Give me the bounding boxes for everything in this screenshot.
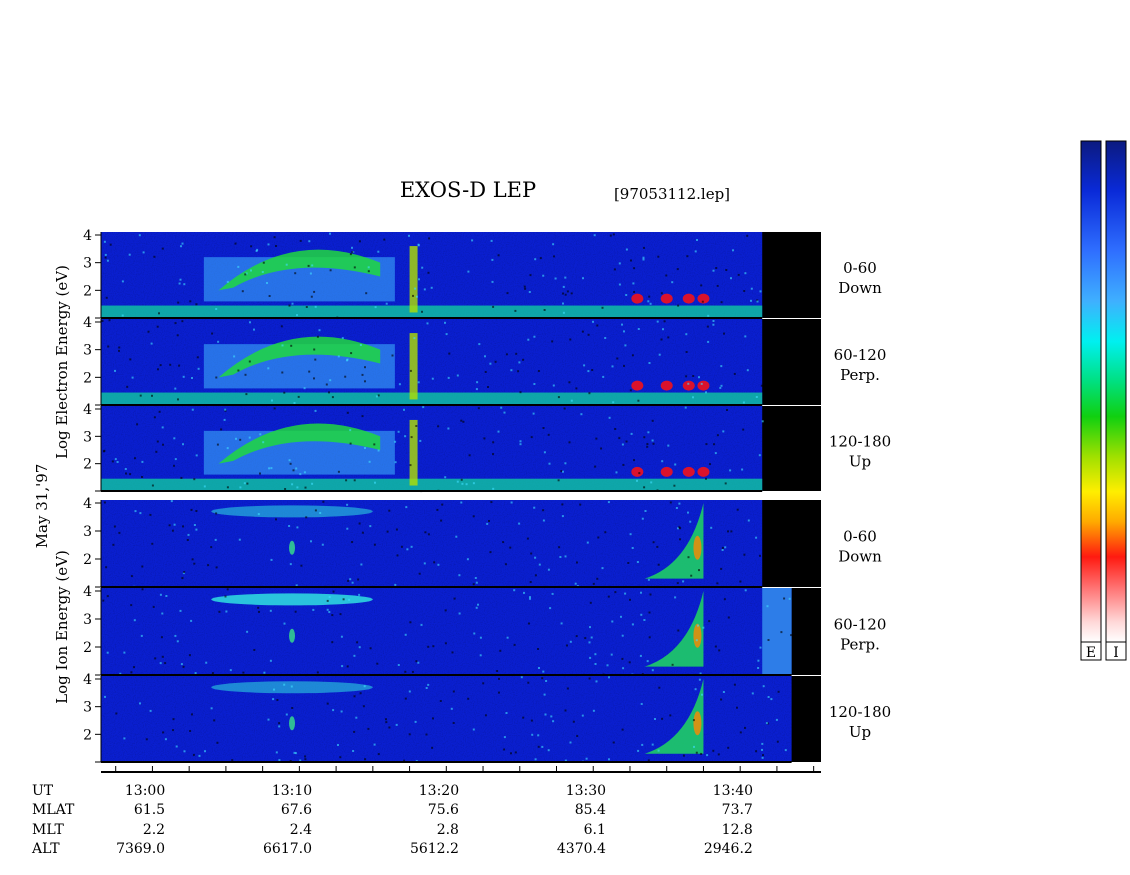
ephemeris-value: 6617.0 <box>263 841 312 857</box>
date-label: May 31,'97 <box>33 464 51 549</box>
energy-tick-label: 3 <box>83 612 92 628</box>
panel-direction-label: Up <box>849 723 871 741</box>
energy-tick-label: 3 <box>83 524 92 540</box>
panel-angle-label: 0-60 <box>843 528 877 546</box>
ephemeris-row-label: MLT <box>32 822 64 838</box>
energy-axis-panel-4: 2 3 4 <box>83 496 102 588</box>
ephemeris-value: 13:40 <box>713 783 753 799</box>
panel-direction-label: Up <box>849 453 871 471</box>
file-label: [97053112.lep] <box>614 185 730 203</box>
panel-direction-label: Down <box>838 279 882 297</box>
spectrogram-panel-6: 2 3 4 120-180 Up <box>83 672 891 763</box>
spectrogram-panels: 2 3 4 0-60 Down 2 3 4 60-120 Perp. 2 3 4 120-180 Up 2 3 4… <box>83 228 891 763</box>
ephemeris-value: 73.7 <box>722 802 753 818</box>
ephemeris-table: UT MLAT MLT ALT 13:00 61.5 2.2 7369.0 13:10 67.6 2… <box>31 783 753 857</box>
energy-axis-panel-1: 2 3 4 <box>83 228 102 319</box>
ephemeris-value: 5612.2 <box>410 841 459 857</box>
ephemeris-value: 67.6 <box>281 802 312 818</box>
ephemeris-value: 2.4 <box>290 822 312 838</box>
energy-tick-label: 3 <box>83 700 92 716</box>
panel-angle-label: 120-180 <box>829 703 891 721</box>
energy-tick-label: 4 <box>83 402 92 418</box>
panel-angle-label: 60-120 <box>834 346 887 364</box>
ephemeris-value: 13:10 <box>272 783 312 799</box>
energy-axis-panel-3: 2 3 4 <box>83 402 102 492</box>
energy-tick-label: 4 <box>83 496 92 512</box>
ephemeris-value: 61.5 <box>134 802 165 818</box>
spectrogram-panel-1: 2 3 4 0-60 Down <box>83 228 882 320</box>
colorbar-ion <box>1105 140 1127 643</box>
ephemeris-row-label: MLAT <box>32 802 75 818</box>
energy-tick-label: 2 <box>83 640 92 656</box>
ephemeris-value: 12.8 <box>722 822 753 838</box>
panel-direction-label: Down <box>838 548 882 566</box>
ion-axis-label: Log Ion Energy (eV) <box>53 550 71 704</box>
energy-tick-label: 2 <box>83 283 92 299</box>
spectrogram-panel-4: 2 3 4 0-60 Down <box>83 496 882 588</box>
colorbar-electron <box>1080 140 1102 643</box>
ephemeris-value: 75.6 <box>428 802 459 818</box>
chart-title: EXOS-D LEP <box>400 178 536 202</box>
ephemeris-value: 13:00 <box>125 783 165 799</box>
colorbar-label-electron: E <box>1086 645 1096 661</box>
panel-direction-label: Perp. <box>840 636 880 654</box>
energy-tick-label: 2 <box>83 552 92 568</box>
spectrogram-chart: EXOS-D LEP [97053112.lep] 2 3 4 0-60 Down 2 3 4… <box>31 140 1127 857</box>
energy-tick-label: 2 <box>83 370 92 386</box>
panel-angle-label: 120-180 <box>829 433 891 451</box>
ephemeris-value: 4370.4 <box>557 841 606 857</box>
energy-tick-label: 4 <box>83 672 92 688</box>
ephemeris-value: 6.1 <box>584 822 606 838</box>
energy-tick-label: 3 <box>83 429 92 445</box>
panel-angle-label: 60-120 <box>834 616 887 634</box>
energy-tick-label: 2 <box>83 457 92 473</box>
energy-tick-label: 2 <box>83 727 92 743</box>
ephemeris-value: 2946.2 <box>704 841 753 857</box>
spectrogram-panel-5: 2 3 4 60-120 Perp. <box>83 584 887 677</box>
ephemeris-row-label: ALT <box>31 841 60 857</box>
time-axis <box>101 766 821 773</box>
energy-tick-label: 3 <box>83 343 92 359</box>
electron-axis-label: Log Electron Energy (eV) <box>53 265 71 459</box>
ephemeris-value: 7369.0 <box>116 841 165 857</box>
energy-axis-panel-6: 2 3 4 <box>83 672 102 763</box>
spectrogram-panel-3: 2 3 4 120-180 Up <box>83 402 891 493</box>
energy-tick-label: 4 <box>83 228 92 244</box>
colorbar-label-ion: I <box>1113 645 1119 661</box>
ephemeris-value: 13:30 <box>566 783 606 799</box>
energy-tick-label: 4 <box>83 315 92 331</box>
ephemeris-row-label: UT <box>32 783 54 799</box>
ephemeris-value: 85.4 <box>575 802 606 818</box>
energy-axis-panel-5: 2 3 4 <box>83 584 102 676</box>
energy-tick-label: 4 <box>83 584 92 600</box>
panel-angle-label: 0-60 <box>843 259 877 277</box>
ephemeris-value: 2.8 <box>437 822 459 838</box>
spectrogram-panel-2: 2 3 4 60-120 Perp. <box>83 315 886 407</box>
colorbars: E I <box>1080 140 1127 661</box>
species-axis-labels: Log Electron Energy (eV) Log Ion Energy … <box>33 265 71 704</box>
energy-axis-panel-2: 2 3 4 <box>83 315 102 406</box>
ephemeris-value: 13:20 <box>419 783 459 799</box>
panel-direction-label: Perp. <box>840 366 880 384</box>
ephemeris-value: 2.2 <box>143 822 165 838</box>
energy-tick-label: 3 <box>83 256 92 272</box>
